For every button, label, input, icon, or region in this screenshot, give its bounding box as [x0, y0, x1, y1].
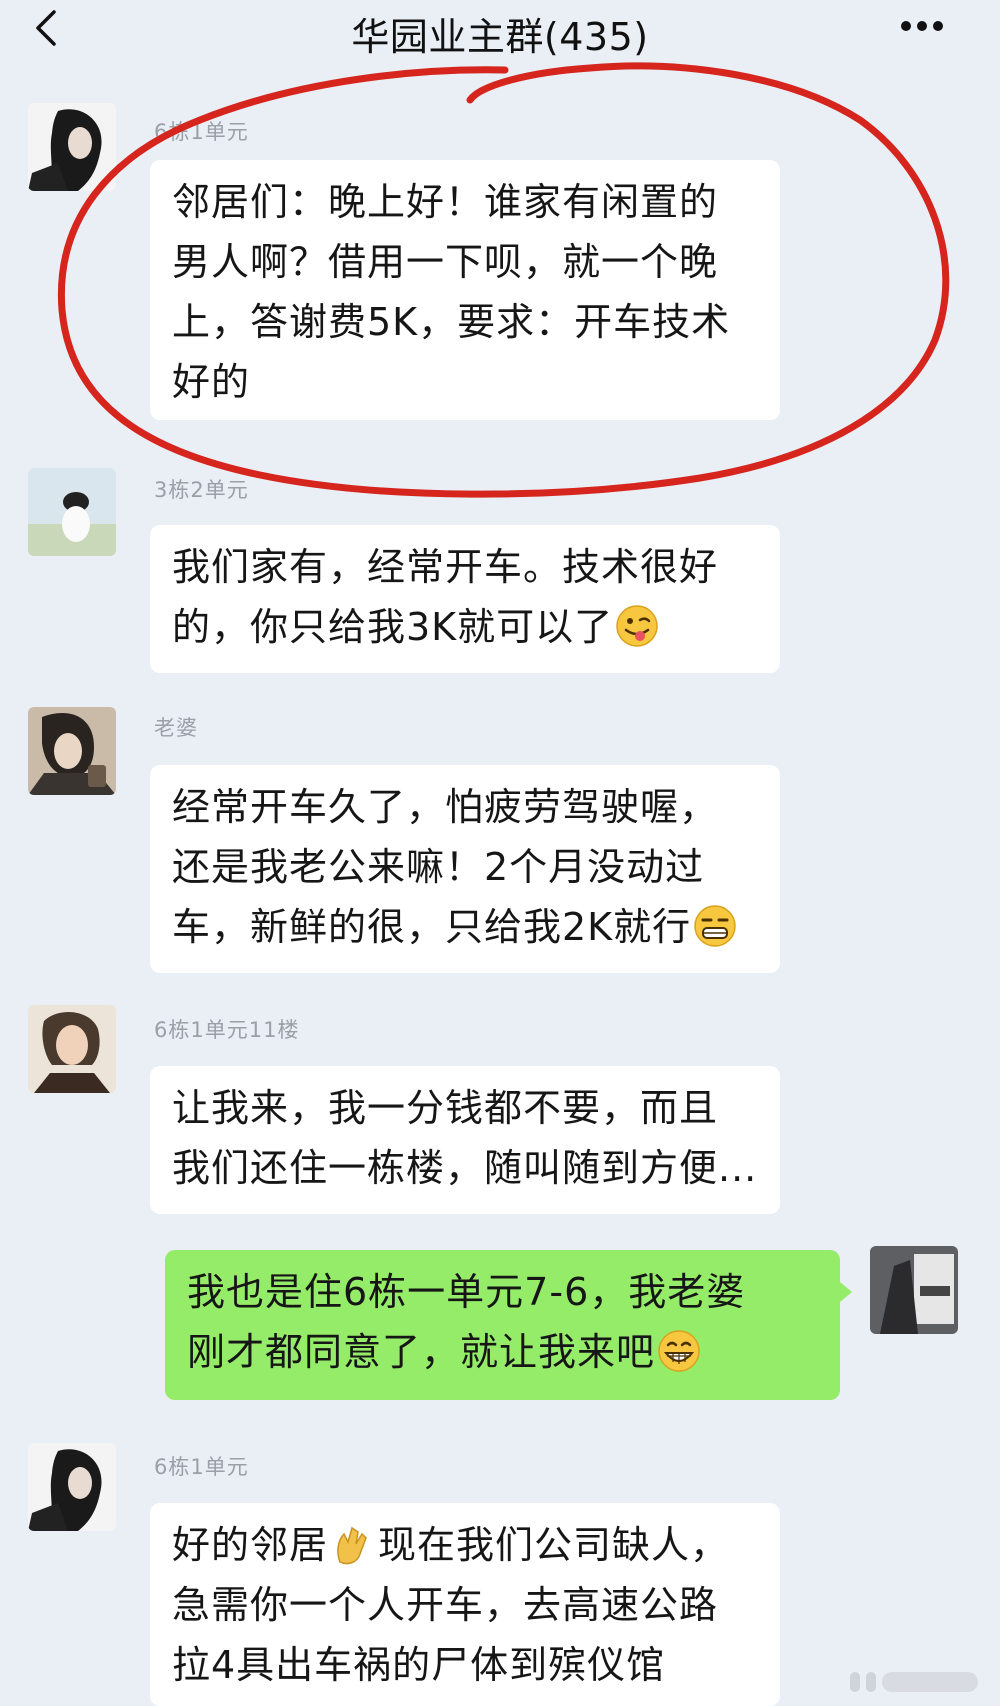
- sender-name: 6栋1单元11楼: [154, 1018, 300, 1042]
- message-line: 上，答谢费5K，要求：开车技术: [172, 300, 731, 344]
- message-line: 还是我老公来嘛！2个月没动过: [172, 845, 705, 889]
- own-avatar[interactable]: [870, 1246, 958, 1334]
- avatar-girl-image: [28, 1443, 116, 1531]
- message-line: 好的邻居: [172, 1523, 329, 1567]
- clap-emoji-icon: [337, 1526, 367, 1565]
- message-line: 我们还住一栋楼，随叫随到方便...: [172, 1146, 758, 1190]
- message-line: 我们家有，经常开车。技术很好: [172, 545, 719, 589]
- message-line: 经常开车久了，怕疲劳驾驶喔，: [172, 785, 719, 829]
- sender-name: 3栋2单元: [154, 478, 249, 502]
- message-line: 让我来，我一分钱都不要，而且: [172, 1086, 719, 1130]
- avatar[interactable]: [28, 1443, 116, 1531]
- avatar-cartoon-image: [28, 468, 116, 556]
- message-line-with-emoji: 的，你只给我3K就可以了: [172, 597, 756, 657]
- message-line: 车，新鲜的很，只给我2K就行: [172, 905, 692, 949]
- chat-title: 华园业主群(435): [351, 15, 649, 59]
- message-line: 现在我们公司缺人，: [378, 1523, 730, 1567]
- tongue-out-emoji-icon: [616, 605, 658, 647]
- avatar-portrait-image: [28, 1005, 116, 1093]
- avatar-girl-image: [28, 103, 116, 191]
- message-line: 男人啊？借用一下呗，就一个晚: [172, 240, 719, 284]
- chat-header: 华园业主群(435): [0, 0, 1000, 60]
- message-line: 刚才都同意了，就让我来吧: [187, 1330, 656, 1374]
- message-line: 我也是住6栋一单元7-6，我老婆: [187, 1270, 746, 1314]
- grimace-emoji-icon: [694, 905, 736, 947]
- message-line: 拉4具出车祸的尸体到殡仪馆: [172, 1643, 666, 1687]
- avatar[interactable]: [28, 1005, 116, 1093]
- avatar-scene-image: [870, 1246, 958, 1334]
- message-bubble[interactable]: 好的邻居 现在我们公司缺人， 急需你一个人开车，去高速公路 拉4具出车祸的尸体到…: [150, 1503, 780, 1706]
- message-line: 的，你只给我3K就可以了: [172, 605, 614, 649]
- sender-name: 6栋1单元: [154, 1455, 249, 1479]
- message-bubble[interactable]: 经常开车久了，怕疲劳驾驶喔， 还是我老公来嘛！2个月没动过 车，新鲜的很，只给我…: [150, 765, 780, 973]
- message-line-with-emoji: 好的邻居 现在我们公司缺人，: [172, 1515, 756, 1575]
- avatar-woman-image: [28, 707, 116, 795]
- sender-name: 老婆: [154, 716, 198, 740]
- grin-emoji-icon: [658, 1330, 700, 1372]
- own-message-bubble[interactable]: 我也是住6栋一单元7-6，我老婆 刚才都同意了，就让我来吧: [165, 1250, 840, 1400]
- message-bubble[interactable]: 邻居们：晚上好！谁家有闲置的 男人啊？借用一下呗，就一个晚 上，答谢费5K，要求…: [150, 160, 780, 420]
- message-bubble[interactable]: 我们家有，经常开车。技术很好 的，你只给我3K就可以了: [150, 525, 780, 673]
- message-line: 急需你一个人开车，去高速公路: [172, 1583, 719, 1627]
- message-bubble[interactable]: 让我来，我一分钱都不要，而且 我们还住一栋楼，随叫随到方便...: [150, 1066, 780, 1214]
- message-line-with-emoji: 刚才都同意了，就让我来吧: [187, 1322, 816, 1382]
- message-line: 邻居们：晚上好！谁家有闲置的: [172, 180, 719, 224]
- more-button[interactable]: [898, 10, 958, 46]
- avatar[interactable]: [28, 103, 116, 191]
- avatar[interactable]: [28, 707, 116, 795]
- message-line: 好的: [172, 360, 251, 404]
- avatar[interactable]: [28, 468, 116, 556]
- scroll-indicator: [850, 1672, 978, 1692]
- sender-name: 6栋1单元: [154, 120, 249, 144]
- more-dots-icon: [901, 21, 943, 31]
- message-line-with-emoji: 车，新鲜的很，只给我2K就行: [172, 897, 756, 957]
- bubble-tail: [840, 1282, 852, 1302]
